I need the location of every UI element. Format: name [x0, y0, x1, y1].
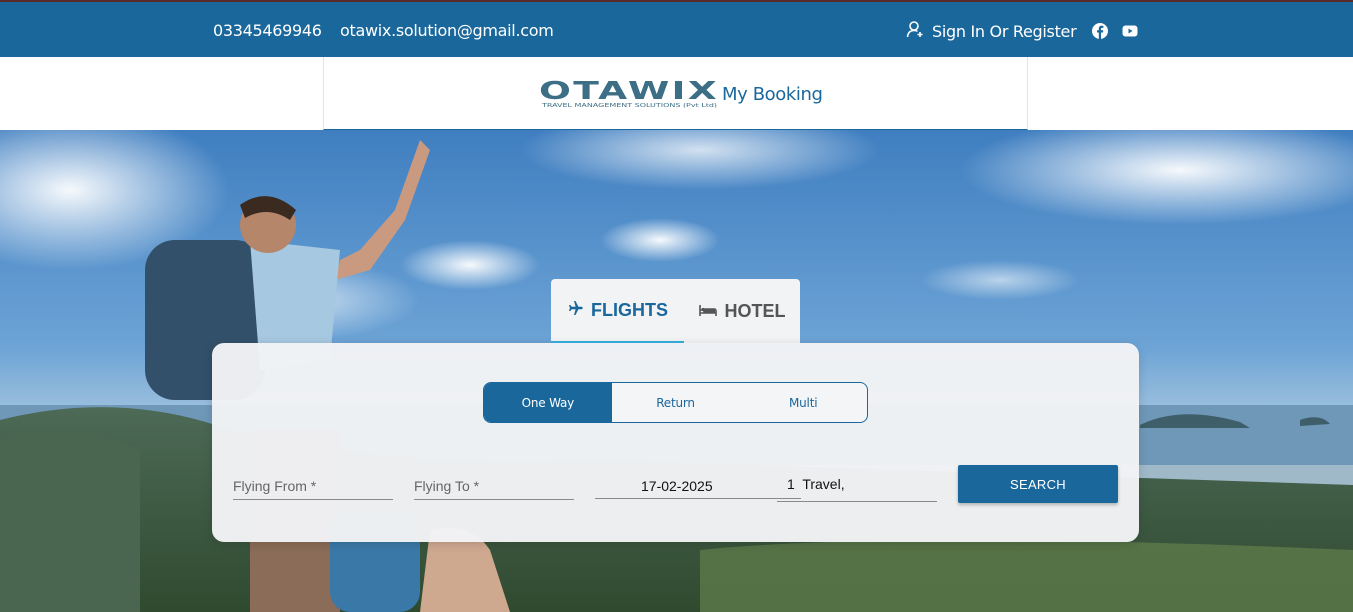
trip-type-selector: One Way Return Multi [483, 382, 868, 423]
otawix-logo[interactable]: OTAWIX TRAVEL MANAGEMENT SOLUTIONS (Pvt … [539, 76, 721, 109]
bed-icon [698, 301, 717, 322]
top-bar: 03345469946 otawix.solution@gmail.com Si… [0, 0, 1353, 57]
search-button[interactable]: SEARCH [958, 465, 1118, 503]
flying-to-input[interactable]: Flying To * [414, 474, 574, 500]
tab-hotel-label: HOTEL [724, 300, 786, 321]
sign-in-register-link[interactable]: Sign In Or Register [906, 20, 1077, 42]
contact-phone[interactable]: 03345469946 [213, 21, 322, 40]
tab-flights-label: FLIGHTS [591, 299, 668, 320]
flight-search-form: One Way Return Multi Flying From * Flyin… [212, 343, 1139, 542]
contact-email[interactable]: otawix.solution@gmail.com [340, 21, 554, 40]
sign-in-label: Sign In Or Register [932, 21, 1077, 41]
departure-date-value: 17-02-2025 [641, 478, 713, 494]
user-icon [906, 20, 924, 42]
trip-return-button[interactable]: Return [612, 383, 740, 422]
logo-wordmark: OTAWIX [539, 79, 719, 105]
tab-hotel[interactable]: HOTEL [684, 279, 800, 343]
flying-from-input[interactable]: Flying From * [233, 474, 393, 500]
departure-date-input[interactable]: 17-02-2025 [595, 473, 801, 499]
travellers-value: 1 Travel, [787, 476, 845, 492]
booking-tabs: FLIGHTS HOTEL [551, 279, 800, 343]
flying-to-label: Flying To * [414, 478, 480, 494]
logo-tagline: TRAVEL MANAGEMENT SOLUTIONS (Pvt Ltd) [540, 103, 717, 109]
youtube-icon[interactable] [1121, 22, 1139, 40]
my-booking-link[interactable]: My Booking [722, 84, 823, 105]
airplane-icon [567, 300, 583, 321]
facebook-icon[interactable] [1091, 22, 1109, 40]
flying-from-label: Flying From * [233, 478, 317, 494]
trip-multi-button[interactable]: Multi [739, 383, 867, 422]
tab-flights[interactable]: FLIGHTS [551, 279, 684, 343]
travellers-input[interactable]: 1 Travel, [777, 476, 937, 502]
site-header: OTAWIX TRAVEL MANAGEMENT SOLUTIONS (Pvt … [0, 57, 1353, 130]
trip-one-way-button[interactable]: One Way [484, 383, 612, 422]
